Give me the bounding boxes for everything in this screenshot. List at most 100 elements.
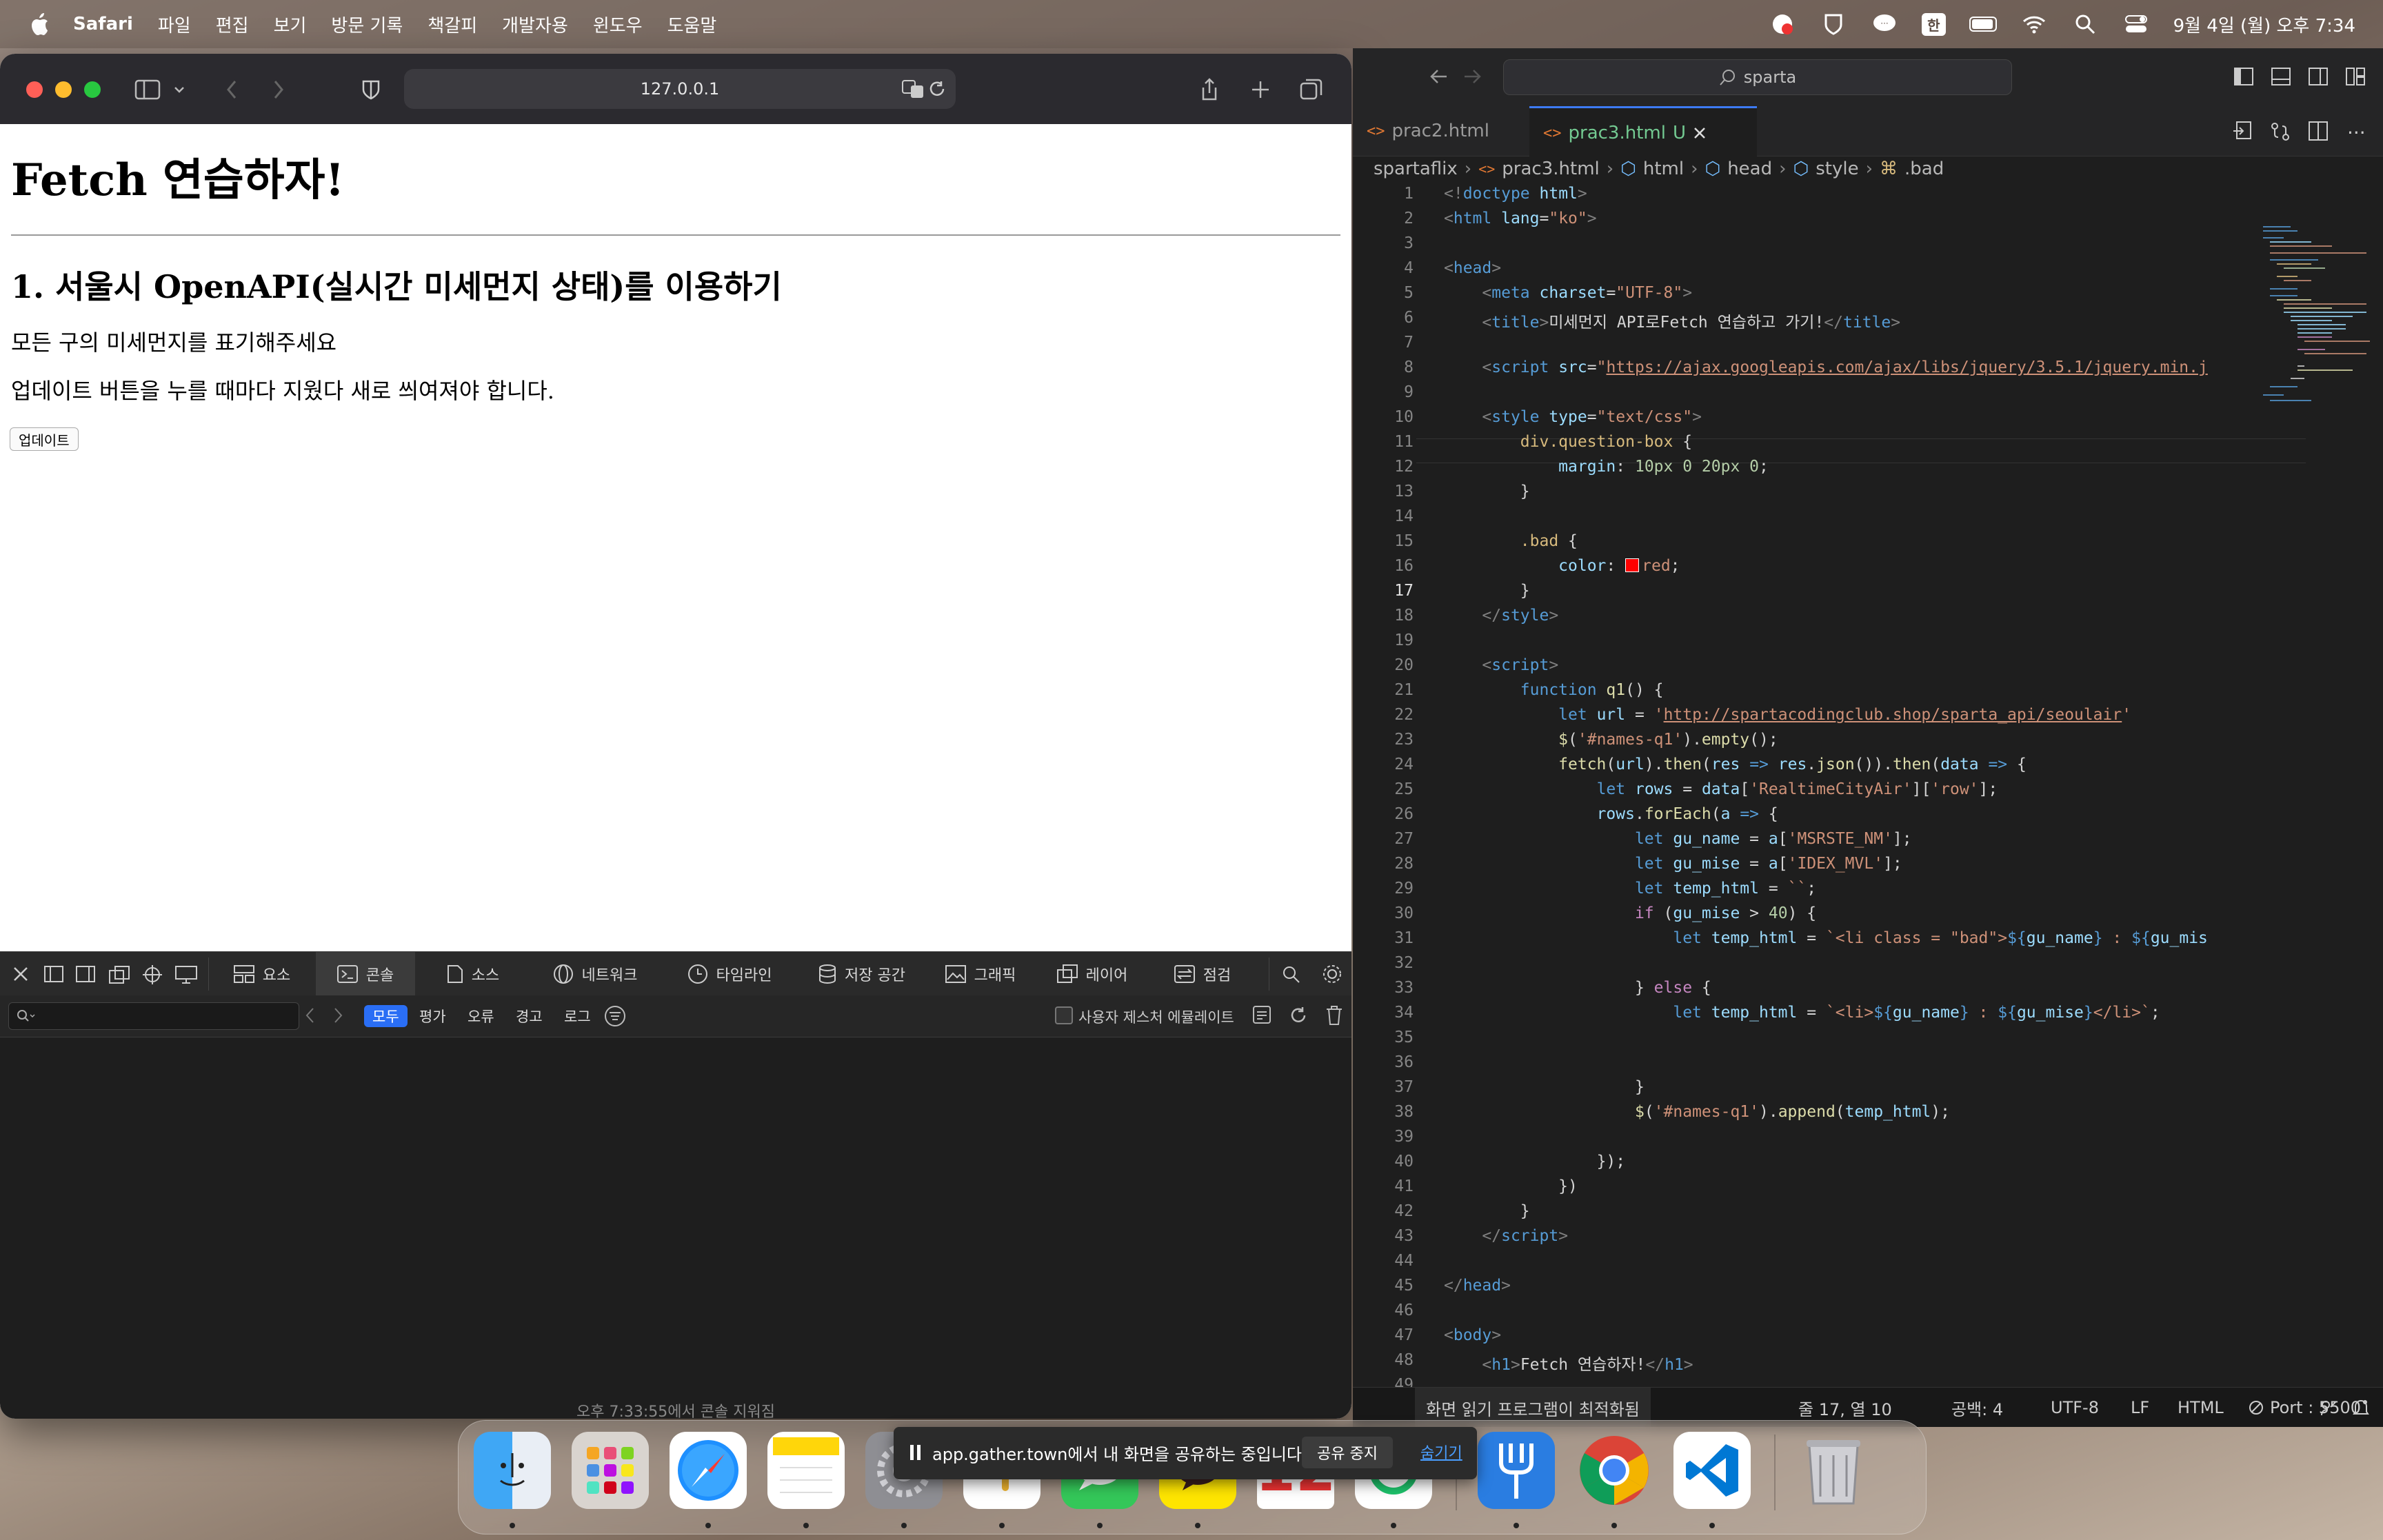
user-gesture-checkbox[interactable] <box>1055 1006 1073 1024</box>
minimap[interactable] <box>2249 224 2373 403</box>
breadcrumb-selector[interactable]: .bad <box>1904 159 1944 179</box>
console-filter-input[interactable] <box>8 1002 299 1030</box>
git-compare-icon[interactable] <box>2270 121 2291 145</box>
chat-bubble-icon[interactable]: ··· <box>1871 12 1898 36</box>
device-mode-icon[interactable] <box>175 966 197 988</box>
menu-window[interactable]: 윈도우 <box>593 12 643 37</box>
address-bar[interactable]: 127.0.0.1 <box>404 69 956 109</box>
minimize-window-button[interactable] <box>55 81 72 98</box>
level-errors-button[interactable]: 오류 <box>459 1005 503 1027</box>
tab-elements[interactable]: 요소 <box>214 952 310 996</box>
notes-icon[interactable] <box>767 1432 845 1509</box>
breadcrumb-head[interactable]: head <box>1727 159 1772 179</box>
feedback-icon[interactable] <box>2320 1388 2337 1427</box>
menu-app-name[interactable]: Safari <box>73 14 133 34</box>
shield-icon[interactable] <box>1820 12 1847 36</box>
eol-status[interactable]: LF <box>2131 1388 2149 1427</box>
breadcrumb-folder[interactable]: spartaflix <box>1374 159 1458 179</box>
close-window-button[interactable] <box>26 81 43 98</box>
color-swatch-red[interactable] <box>1625 558 1640 572</box>
dock-bottom-icon[interactable] <box>44 966 63 986</box>
detach-window-icon[interactable] <box>109 966 130 988</box>
menu-clock[interactable]: 9월 4일 (월) 오후 7:34 <box>2173 12 2355 37</box>
command-center-search[interactable]: sparta <box>1503 59 2012 95</box>
update-button[interactable]: 업데이트 <box>10 427 79 451</box>
safari-icon[interactable] <box>670 1432 747 1509</box>
tab-overview-icon[interactable] <box>1296 74 1327 105</box>
menu-history[interactable]: 방문 기록 <box>331 12 403 37</box>
tab-timeline[interactable]: 타임라인 <box>666 952 793 996</box>
menu-file[interactable]: 파일 <box>158 12 191 37</box>
breadcrumb-style[interactable]: style <box>1816 159 1858 179</box>
apple-menu-icon[interactable] <box>28 10 51 38</box>
trash-icon[interactable] <box>1795 1432 1872 1509</box>
toggle-primary-sidebar-icon[interactable] <box>2234 68 2253 88</box>
translate-icon[interactable] <box>902 79 925 103</box>
nav-forward-icon[interactable] <box>1462 66 1482 90</box>
code-editor[interactable]: 1 2 3 4 5 6 7 8 9 10 11 12 13 14 15 16 1… <box>1353 185 2383 1394</box>
tab-sources[interactable]: 소스 <box>422 952 524 996</box>
tab-console[interactable]: 콘솔 <box>316 952 415 996</box>
customize-layout-icon[interactable] <box>2346 68 2365 88</box>
close-tab-icon[interactable] <box>1693 126 1707 140</box>
breadcrumb-file[interactable]: prac3.html <box>1502 159 1599 179</box>
back-arrow-icon[interactable] <box>217 74 247 105</box>
forward-arrow-icon[interactable] <box>263 74 294 105</box>
filter-options-icon[interactable] <box>604 1005 626 1031</box>
gear-icon[interactable] <box>1323 964 1342 988</box>
console-settings-icon[interactable] <box>1252 1005 1273 1030</box>
level-all-button[interactable]: 모두 <box>364 1005 408 1027</box>
toggle-panel-icon[interactable] <box>2271 68 2291 88</box>
menu-help[interactable]: 도움말 <box>667 12 717 37</box>
fork-git-icon[interactable] <box>1478 1432 1555 1509</box>
breadcrumb-html[interactable]: html <box>1643 159 1684 179</box>
element-picker-icon[interactable] <box>142 964 163 989</box>
tab-layers[interactable]: 레이어 <box>1037 952 1147 996</box>
tab-network[interactable]: 네트워크 <box>531 952 659 996</box>
level-evaluations-button[interactable]: 평가 <box>411 1005 454 1027</box>
spotlight-search-icon[interactable] <box>2071 12 2099 36</box>
new-tab-icon[interactable] <box>1245 74 1276 105</box>
finder-icon[interactable] <box>474 1432 551 1509</box>
input-source-indicator[interactable]: 한 <box>1922 12 1946 36</box>
level-warnings-button[interactable]: 경고 <box>507 1005 551 1027</box>
split-editor-icon[interactable] <box>2309 121 2328 143</box>
more-actions-icon[interactable]: ··· <box>2347 121 2366 144</box>
nav-back-icon[interactable] <box>1429 66 1449 90</box>
menu-edit[interactable]: 편집 <box>216 12 249 37</box>
stop-sharing-button[interactable]: 공유 중지 <box>1302 1437 1393 1468</box>
pause-icon[interactable] <box>909 1443 923 1467</box>
control-center-icon[interactable] <box>2122 12 2150 36</box>
preserve-log-icon[interactable] <box>1288 1005 1309 1030</box>
menu-view[interactable]: 보기 <box>274 12 307 37</box>
close-inspector-icon[interactable] <box>12 966 29 986</box>
wifi-icon[interactable] <box>2020 12 2048 36</box>
chrome-icon[interactable] <box>1576 1432 1653 1509</box>
vscode-icon[interactable] <box>1673 1432 1751 1509</box>
dock-side-icon[interactable] <box>76 966 95 986</box>
tab-prac2[interactable]: <> prac2.html <box>1353 106 1539 156</box>
launchpad-icon[interactable] <box>572 1432 649 1509</box>
search-icon[interactable] <box>1283 966 1300 988</box>
hide-banner-link[interactable]: 숨기기 <box>1420 1441 1462 1463</box>
tab-audit[interactable]: 점검 <box>1154 952 1251 996</box>
indentation-status[interactable]: 공백: 4 <box>1951 1388 2003 1427</box>
toggle-secondary-sidebar-icon[interactable] <box>2309 68 2328 88</box>
notifications-bell-icon[interactable] <box>2353 1388 2369 1427</box>
menu-develop[interactable]: 개발자용 <box>502 12 568 37</box>
tab-prac3[interactable]: <> prac3.html U <box>1529 106 1757 158</box>
clear-console-icon[interactable] <box>1325 1005 1343 1030</box>
open-preview-icon[interactable] <box>2233 121 2252 145</box>
live-server-port[interactable]: Port : 5500 <box>2248 1388 2361 1427</box>
reload-icon[interactable] <box>928 80 946 102</box>
tab-storage[interactable]: 저장 공간 <box>800 952 924 996</box>
chevron-down-icon[interactable] <box>171 74 188 105</box>
level-logs-button[interactable]: 로그 <box>556 1005 599 1027</box>
screen-record-icon[interactable] <box>1769 12 1796 36</box>
sidebar-toggle-icon[interactable] <box>132 74 163 105</box>
menu-bookmarks[interactable]: 책갈피 <box>428 12 477 37</box>
privacy-shield-icon[interactable] <box>356 74 386 105</box>
language-mode[interactable]: HTML <box>2178 1388 2224 1427</box>
tab-graphics[interactable]: 그래픽 <box>931 952 1030 996</box>
share-icon[interactable] <box>1194 74 1225 105</box>
